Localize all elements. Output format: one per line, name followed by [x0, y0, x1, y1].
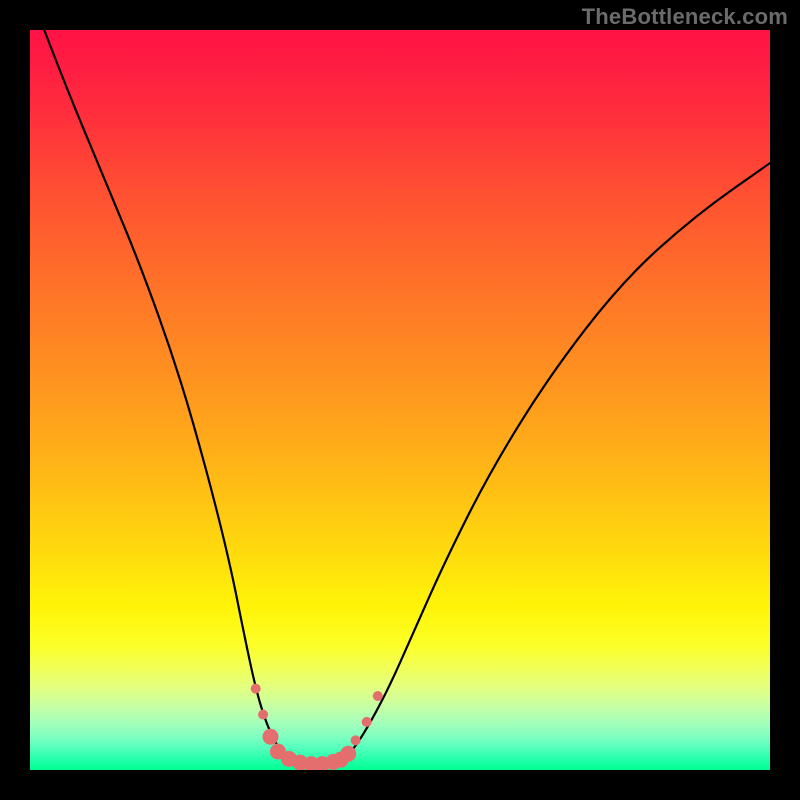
data-marker [351, 735, 361, 745]
data-marker [340, 746, 356, 762]
watermark-text: TheBottleneck.com [582, 4, 788, 30]
data-marker [263, 729, 279, 745]
data-markers [251, 684, 383, 770]
data-marker [362, 717, 372, 727]
data-marker [373, 691, 383, 701]
data-marker [258, 710, 268, 720]
bottleneck-curve [30, 30, 770, 764]
data-marker [251, 684, 261, 694]
chart-stage: TheBottleneck.com [0, 0, 800, 800]
plot-area [30, 30, 770, 770]
curve-layer [30, 30, 770, 770]
